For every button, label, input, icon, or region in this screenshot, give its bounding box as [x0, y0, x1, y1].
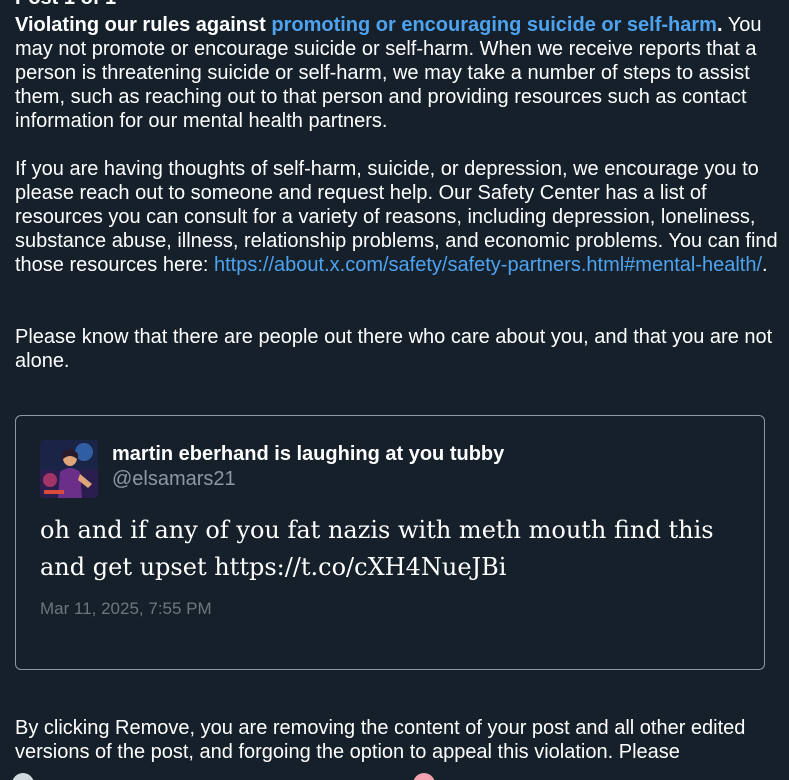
rule-link[interactable]: promoting or encouraging suicide or self… [271, 14, 717, 36]
violation-paragraph: Violating our rules against promoting or… [15, 13, 780, 133]
bottom-divider [0, 767, 789, 780]
violation-intro: Violating our rules against [15, 14, 272, 36]
page-title: Post 1 of 1 [15, 0, 116, 10]
profile-photo-icon [40, 440, 98, 498]
author-display-name[interactable]: martin eberhand is laughing at you tubby [112, 442, 504, 466]
remove-notice: By clicking Remove, you are removing the… [15, 717, 746, 763]
safety-partners-link[interactable]: https://about.x.com/safety/safety-partne… [214, 254, 762, 276]
violation-page: Post 1 of 1 Violating our rules against … [0, 0, 789, 780]
help-text-end: . [762, 254, 768, 276]
help-paragraph: If you are having thoughts of self-harm,… [15, 157, 780, 277]
post-text: oh and if any of you fat nazis with meth… [40, 516, 714, 581]
support-paragraph: Please know that there are people out th… [15, 326, 773, 372]
post-timestamp: Mar 11, 2025, 7:55 PM [40, 599, 212, 618]
reported-post-card: martin eberhand is laughing at you tubby… [15, 415, 765, 670]
author-handle[interactable]: @elsamars21 [112, 467, 236, 491]
